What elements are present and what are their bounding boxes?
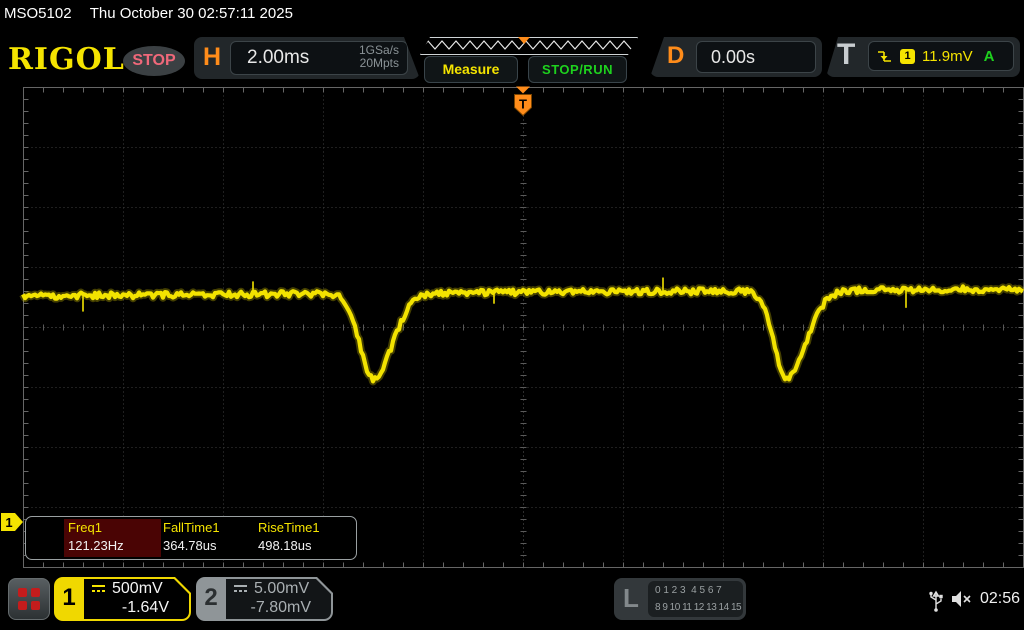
logic-channels-badge[interactable]: L 0 1 2 3 4 5 6 7 8 9 10 11 12 13 14 15 [614, 578, 746, 620]
trigger-panel[interactable]: T 1 11.9mV A [826, 37, 1020, 77]
logic-row-2: 8 9 10 11 12 13 14 15 [655, 602, 741, 613]
red-square-icon [18, 588, 27, 597]
trigger-level-value: 11.9mV [922, 48, 973, 65]
logic-label: L [623, 583, 639, 614]
channel-1-offset: -1.64V [122, 599, 169, 617]
trigger-inner: 1 11.9mV A [868, 41, 1014, 71]
channel-1-scale-row: 500mV [92, 580, 163, 598]
measure-button[interactable]: Measure [424, 56, 518, 83]
datetime-label: Thu October 30 02:57:11 2025 [90, 5, 293, 22]
delay-panel[interactable]: D 0.00s [650, 37, 822, 77]
delay-label: D [667, 42, 684, 70]
channel-2-number: 2 [196, 584, 226, 612]
measurement-value: 121.23Hz [68, 538, 124, 553]
measurement-results-box: Freq1 121.23Hz FallTime1 364.78us RiseTi… [25, 516, 357, 560]
usb-icon [928, 588, 944, 612]
logic-row-1: 0 1 2 3 4 5 6 7 [655, 585, 722, 596]
trigger-slope-icon [877, 49, 893, 64]
channel-1-number: 1 [54, 584, 84, 612]
svg-text:1: 1 [5, 515, 12, 530]
memory-depth: 20Mpts [359, 57, 399, 70]
channel-2-scale-row: 5.00mV [234, 580, 309, 598]
sample-rate-block: 1GSa/s 20Mpts [359, 44, 399, 70]
measurement-label[interactable]: RiseTime1 [258, 520, 320, 535]
channel-1-badge[interactable]: 1 500mV -1.64V [54, 577, 191, 621]
channel-1-scale: 500mV [112, 580, 163, 598]
measurement-label[interactable]: FallTime1 [163, 520, 220, 535]
channel-2-badge[interactable]: 2 5.00mV -7.80mV [196, 577, 333, 621]
trigger-mode: A [984, 48, 995, 65]
dc-coupling-icon [234, 584, 249, 595]
measurement-value: 498.18us [258, 538, 312, 553]
measurement-value: 364.78us [163, 538, 217, 553]
acquisition-status-badge: STOP [123, 46, 185, 76]
delay-value: 0.00s [711, 47, 755, 68]
red-square-icon [31, 601, 40, 610]
title-bar: MSO5102 Thu October 30 02:57:11 2025 [0, 0, 1024, 30]
svg-text:T: T [519, 97, 527, 112]
model-name: MSO5102 [4, 5, 72, 22]
function-grid-button[interactable] [8, 578, 50, 620]
channel-2-scale: 5.00mV [254, 580, 309, 598]
horizontal-label: H [203, 43, 221, 72]
red-square-icon [31, 588, 40, 597]
horizontal-panel[interactable]: H 2.00ms 1GSa/s 20Mpts [194, 37, 420, 79]
clock-label: 02:56 [980, 590, 1020, 608]
oscilloscope-screen: MSO5102 Thu October 30 02:57:11 2025 RIG… [0, 0, 1024, 630]
measurement-label[interactable]: Freq1 [68, 520, 102, 535]
delay-inner: 0.00s [696, 41, 816, 73]
trigger-source-badge: 1 [900, 49, 915, 64]
horizontal-inner: 2.00ms 1GSa/s 20Mpts [230, 41, 408, 75]
timebase-value: 2.00ms [247, 47, 309, 69]
stop-run-button[interactable]: STOP/RUN [528, 56, 627, 83]
rigol-logo: RIGOL [8, 42, 125, 77]
overview-trigger-position-icon [518, 37, 530, 44]
trigger-label: T [837, 38, 855, 72]
dc-coupling-icon [92, 584, 107, 595]
red-square-icon [18, 601, 27, 610]
speaker-muted-icon[interactable] [950, 590, 974, 608]
logic-channel-list: 0 1 2 3 4 5 6 7 8 9 10 11 12 13 14 15 [648, 581, 743, 617]
channel-2-offset: -7.80mV [251, 599, 311, 617]
